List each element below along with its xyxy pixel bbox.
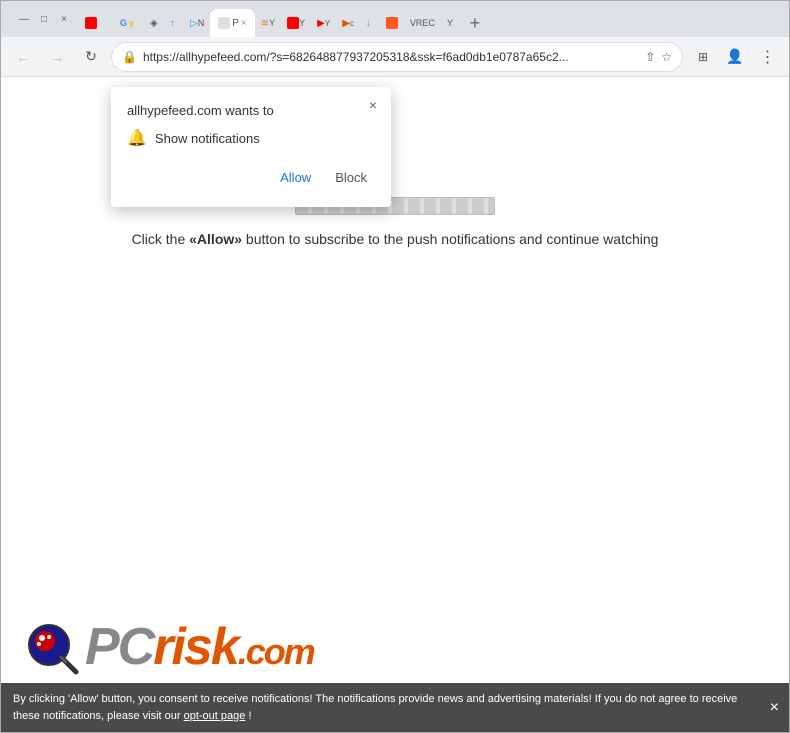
address-bar[interactable]: 🔒 https://allhypefeed.com/?s=68264887793…	[111, 42, 683, 72]
tab-5[interactable]: ▷ N	[184, 9, 210, 37]
opt-out-link[interactable]: opt-out page	[184, 710, 246, 722]
tab-4[interactable]: ↑	[164, 9, 184, 37]
pcrisk-pc: PC	[85, 618, 153, 676]
popup-permission: 🔔 Show notifications	[127, 128, 375, 148]
tab-8[interactable]: Y	[281, 9, 311, 37]
bottom-bar-close-button[interactable]: ×	[770, 696, 779, 720]
close-button[interactable]: ×	[57, 12, 71, 26]
nav-actions: ⊞ 👤 ⋮	[689, 43, 781, 71]
tab-9[interactable]: ▶Y	[311, 9, 336, 37]
tab-3[interactable]: ◈	[144, 9, 164, 37]
title-bar: — □ × G y ◈ ↑ ▷ N P	[1, 1, 789, 37]
back-button[interactable]: ←	[9, 43, 37, 71]
profile-button[interactable]: 👤	[721, 43, 749, 71]
bell-icon: 🔔	[127, 128, 147, 148]
tab-13[interactable]: VREC	[404, 9, 441, 37]
tab-7[interactable]: ≋ Y	[255, 9, 281, 37]
share-icon[interactable]: ⇧	[645, 50, 655, 64]
popup-permission-text: Show notifications	[155, 131, 260, 146]
bottom-notification-bar: By clicking 'Allow' button, you consent …	[1, 683, 789, 732]
popup-title: allhypefeed.com wants to	[127, 103, 375, 118]
pcrisk-text: PCrisk.com	[85, 621, 314, 673]
pcrisk-logo: PCrisk.com	[21, 617, 314, 677]
menu-button[interactable]: ⋮	[753, 43, 781, 71]
extensions-button[interactable]: ⊞	[689, 43, 717, 71]
refresh-button[interactable]: ↻	[77, 43, 105, 71]
allow-button[interactable]: Allow	[272, 164, 319, 191]
minimize-button[interactable]: —	[17, 12, 31, 26]
new-tab-button[interactable]: +	[461, 9, 489, 37]
lock-icon: 🔒	[122, 50, 137, 64]
maximize-button[interactable]: □	[37, 12, 51, 26]
popup-close-button[interactable]: ×	[363, 95, 383, 115]
pcrisk-com: .com	[238, 631, 314, 672]
pcrisk-logo-icon	[21, 617, 81, 677]
tab-12[interactable]	[380, 9, 404, 37]
pcrisk-risk: risk	[153, 618, 238, 676]
bottom-bar-text-end: !	[248, 710, 251, 722]
tab-active[interactable]: P ×	[210, 9, 255, 37]
address-text: https://allhypefeed.com/?s=6826488779372…	[143, 50, 639, 64]
page-content: × allhypefeed.com wants to 🔔 Show notifi…	[1, 77, 789, 732]
nav-bar: ← → ↻ 🔒 https://allhypefeed.com/?s=68264…	[1, 37, 789, 77]
bottom-bar-text: By clicking 'Allow' button, you consent …	[13, 693, 737, 722]
tab-strip: G y ◈ ↑ ▷ N P × ≋ Y	[75, 1, 781, 37]
page-instruction: Click the «Allow» button to subscribe to…	[132, 231, 659, 247]
tab-14[interactable]: Y	[441, 9, 461, 37]
block-button[interactable]: Block	[327, 164, 375, 191]
tab-10[interactable]: ▶ c	[336, 9, 360, 37]
popup-actions: Allow Block	[127, 164, 375, 191]
bookmark-icon[interactable]: ☆	[661, 50, 672, 64]
forward-button[interactable]: →	[43, 43, 71, 71]
browser-window: — □ × G y ◈ ↑ ▷ N P	[0, 0, 790, 733]
notification-popup: × allhypefeed.com wants to 🔔 Show notifi…	[111, 87, 391, 207]
window-controls: — □ ×	[17, 12, 71, 26]
tab-2[interactable]: G y	[110, 9, 144, 37]
tab-1[interactable]	[75, 9, 110, 37]
tab-11[interactable]: ↓	[360, 9, 380, 37]
